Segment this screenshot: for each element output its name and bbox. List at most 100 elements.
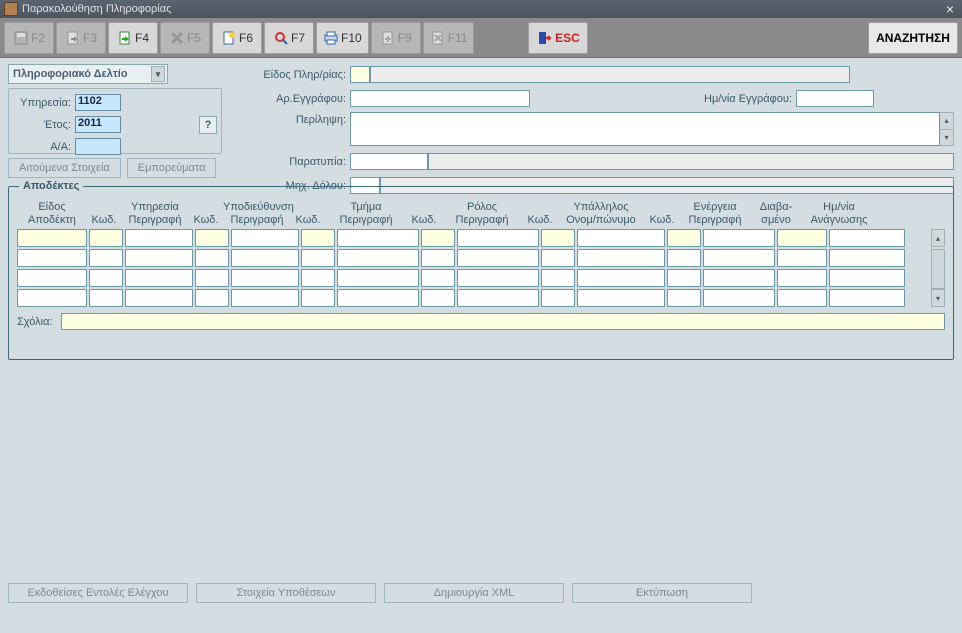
f6-label: F6 [239,31,253,45]
year-field[interactable]: 2011 [75,116,121,133]
f4-button[interactable]: F4 [108,22,158,54]
f9-label: F9 [398,31,412,45]
col-emp-name: Υπάλληλος Ονομ/πώνυμο [557,201,645,229]
type-desc-field [370,66,850,83]
f7-label: F7 [291,31,305,45]
table-row[interactable] [17,289,931,307]
aa-label: Α/Α: [13,141,75,153]
col-sub-desc: Υποδιεύθυνση Περιγραφή [223,201,291,229]
col-act-desc: Ενέργεια Περιγραφή [679,201,751,229]
f3-label: F3 [83,31,97,45]
col-dept-code: Κωδ. [291,201,325,229]
col-sub-code: Κωδ. [189,201,223,229]
f3-button[interactable]: F3 [56,22,106,54]
dropdown-selected: Πληροφοριακό Δελτίο [13,68,128,80]
close-icon[interactable]: × [942,1,958,17]
docdate-label: Ημ/νία Εγγράφου: [686,93,796,105]
col-emp-code: Κωδ. [523,201,557,229]
irregularity-label: Παρατυπία: [232,156,350,168]
f5-button[interactable]: F5 [160,22,210,54]
doc-arrow-icon [65,30,81,46]
xml-button[interactable]: Δημιουργία XML [384,583,564,603]
scroll-up-icon[interactable]: ▴ [931,229,945,247]
col-dept-desc: Τμήμα Περιγραφή [325,201,407,229]
recipients-legend: Αποδέκτες [19,180,83,192]
year-label: Έτος: [13,119,75,131]
f11-label: F11 [448,31,468,45]
app-icon [4,2,18,16]
scroll-up-icon[interactable]: ▴ [940,113,953,130]
summary-scrollbar[interactable]: ▴ ▾ [940,112,954,146]
window-titlebar: Παρακολούθηση Πληροφορίας × [0,0,962,18]
f2-label: F2 [31,31,45,45]
comments-field[interactable] [61,313,945,330]
zoom-icon [273,30,289,46]
docdate-field[interactable] [796,90,874,107]
grid-scrollbar[interactable]: ▴ ▾ [931,229,945,309]
col-act-code: Κωδ. [645,201,679,229]
irregularity-desc-field [428,153,954,170]
goods-tab[interactable]: Εμπορεύματα [127,158,217,178]
new-doc-icon [221,30,237,46]
exit-door-icon [537,30,553,46]
window-title: Παρακολούθηση Πληροφορίας [22,3,171,15]
cases-button[interactable]: Στοιχεία Υποθέσεων [196,583,376,603]
doc-green-arrow-icon [117,30,133,46]
form-area: Είδος Πληρ/ρίας: Αρ.Εγγράφου: Ημ/νία Εγγ… [232,64,954,199]
f5-label: F5 [187,31,201,45]
print-button[interactable]: Εκτύπωση [572,583,752,603]
f10-button[interactable]: F10 [316,22,369,54]
type-code-field[interactable] [350,66,370,83]
ident-panel: Υπηρεσία: 1102 Έτος: 2011 ? Α/Α: [8,88,222,154]
print-icon [323,30,339,46]
f7-button[interactable]: F7 [264,22,314,54]
esc-button[interactable]: ESC [528,22,588,54]
col-role-desc: Ρόλος Περιγραφή [441,201,523,229]
service-field[interactable]: 1102 [75,94,121,111]
col-type: Είδος Αποδέκτη [17,201,87,229]
search-button[interactable]: ΑΝΑΖΗΤΗΣΗ [868,22,958,54]
x-icon [169,30,185,46]
col-serv-code: Κωδ. [87,201,121,229]
orders-button[interactable]: Εκδοθείσες Εντολές Ελέγχου [8,583,188,603]
f11-button[interactable]: F11 [423,22,475,54]
chevron-down-icon: ▾ [151,66,165,82]
grid-header: Είδος Αποδέκτη Κωδ. Υπηρεσία Περιγραφή Κ… [17,201,945,229]
service-label: Υπηρεσία: [13,97,75,109]
doc-plus-icon [380,30,396,46]
scroll-down-icon[interactable]: ▾ [940,130,953,146]
f4-label: F4 [135,31,149,45]
docno-label: Αρ.Εγγράφου: [232,93,350,105]
irregularity-code-field[interactable] [350,153,428,170]
save-f2-button[interactable]: F2 [4,22,54,54]
help-button[interactable]: ? [199,116,217,134]
comments-label: Σχόλια: [17,316,61,328]
col-role-code: Κωδ. [407,201,441,229]
col-readdate: Ημ/νία Ανάγνωσης [801,201,877,229]
doc-x-icon [430,30,446,46]
aa-field[interactable] [75,138,121,155]
subtab-bar: Αιτούμενα Στοιχεία Εμπορεύματα [8,158,216,178]
floppy-icon [13,30,29,46]
report-type-dropdown[interactable]: Πληροφοριακό Δελτίο ▾ [8,64,168,84]
content-area: Πληροφοριακό Δελτίο ▾ Υπηρεσία: 1102 Έτο… [0,58,962,633]
col-read: Διαβα- σμένο [751,201,801,229]
search-label: ΑΝΑΖΗΤΗΣΗ [876,31,950,45]
summary-label: Περίληψη: [232,112,350,126]
footer-buttons: Εκδοθείσες Εντολές Ελέγχου Στοιχεία Υποθ… [8,583,752,603]
col-serv-desc: Υπηρεσία Περιγραφή [121,201,189,229]
type-label: Είδος Πληρ/ρίας: [232,69,350,81]
table-row[interactable] [17,269,931,287]
main-toolbar: F2 F3 F4 F5 F6 F7 F10 F9 F11 ESC ΑΝΑΖΗΤΗ… [0,18,962,58]
esc-label: ESC [555,31,580,45]
docno-field[interactable] [350,90,530,107]
f6-button[interactable]: F6 [212,22,262,54]
recipients-group: Αποδέκτες Είδος Αποδέκτη Κωδ. Υπηρεσία Π… [8,186,954,360]
scroll-down-icon[interactable]: ▾ [931,289,945,307]
f10-label: F10 [341,31,362,45]
table-row[interactable] [17,229,931,247]
table-row[interactable] [17,249,931,267]
summary-textarea[interactable] [350,112,940,146]
f9-button[interactable]: F9 [371,22,421,54]
requested-tab[interactable]: Αιτούμενα Στοιχεία [8,158,121,178]
